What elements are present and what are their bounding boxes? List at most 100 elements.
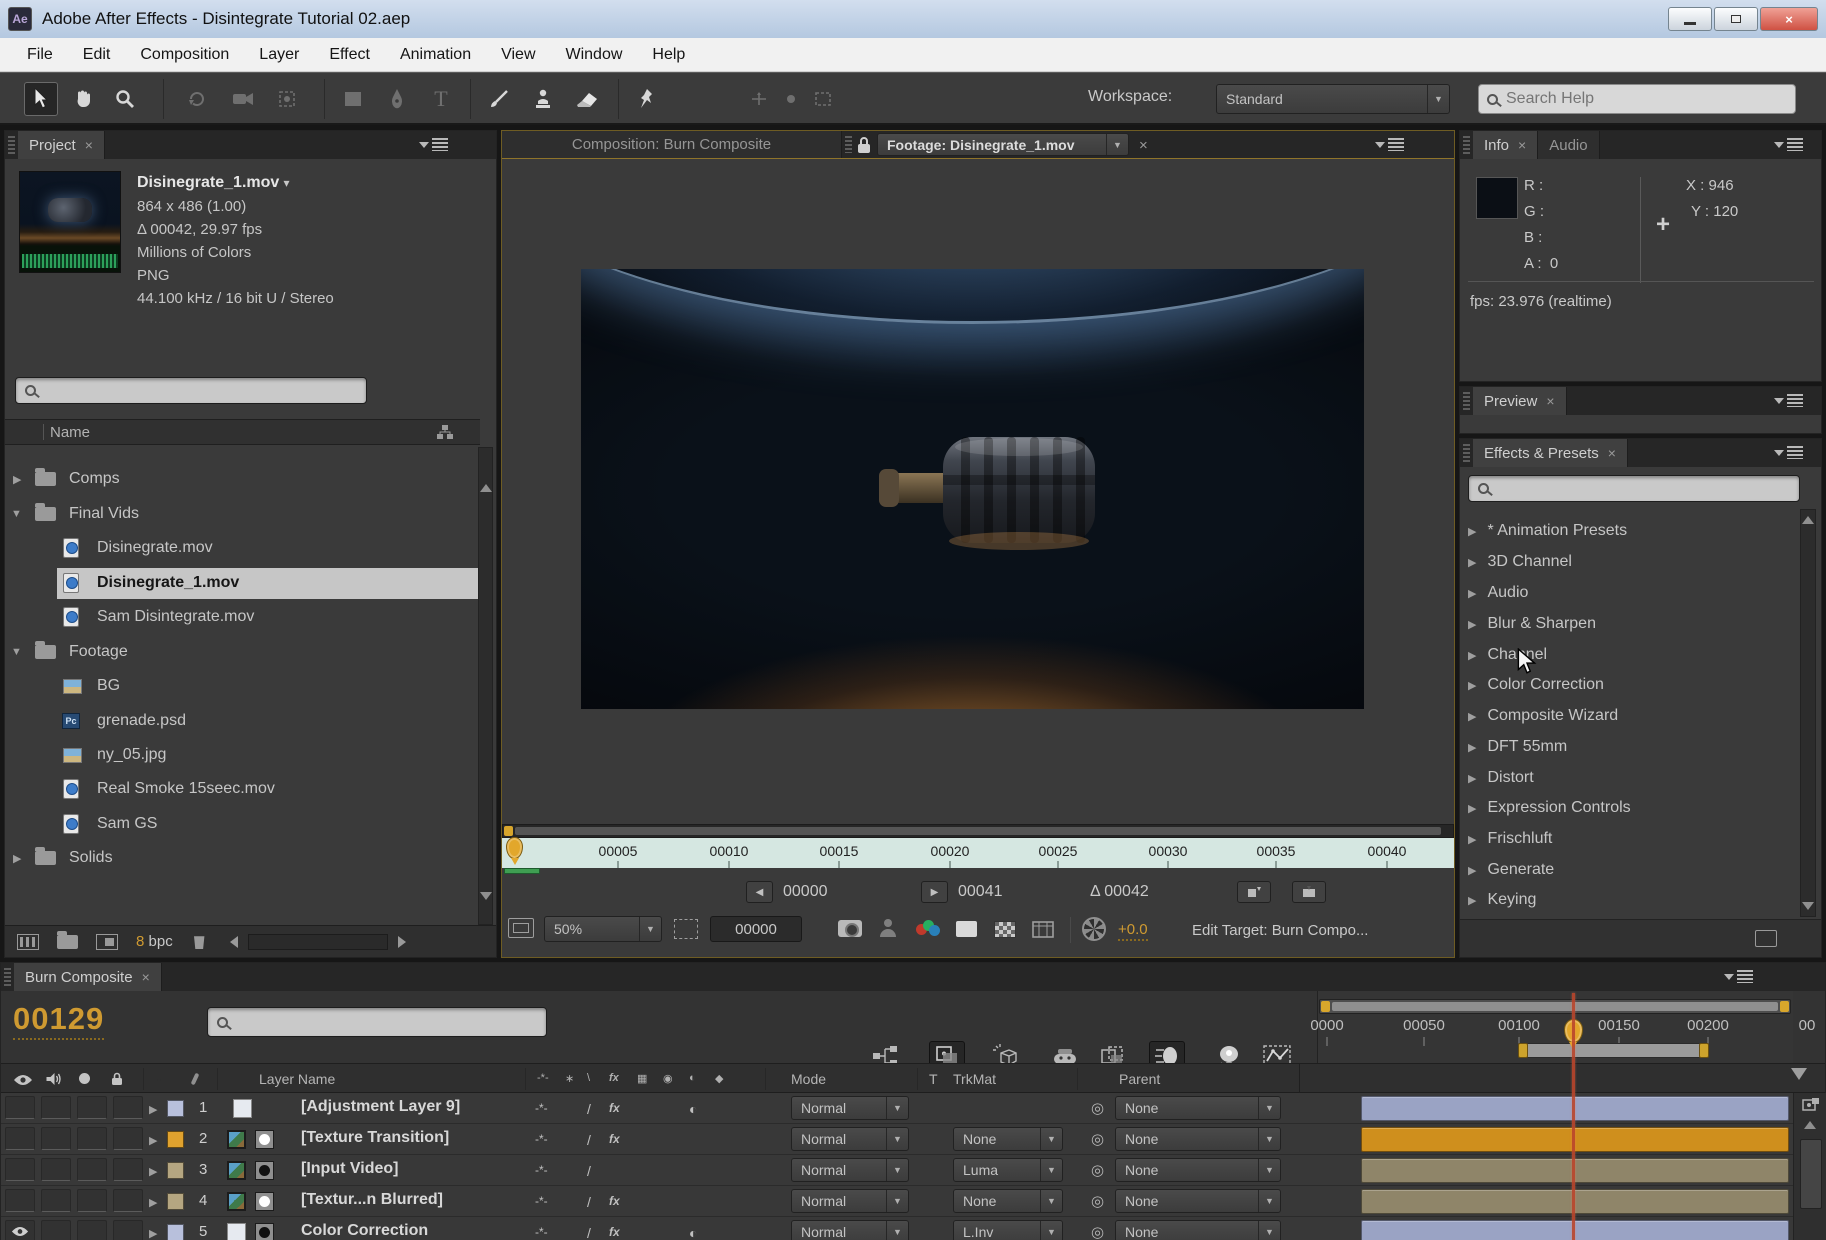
quality-switch[interactable]: / xyxy=(587,1163,591,1179)
align-icon-2[interactable] xyxy=(774,82,808,116)
zoom-tool[interactable] xyxy=(108,82,142,116)
tab-preview[interactable]: Preview × xyxy=(1473,387,1567,415)
t-column-label[interactable]: T xyxy=(929,1071,938,1087)
mini-comp-icon[interactable] xyxy=(1802,1097,1820,1113)
adjustment-layer-switch[interactable]: ◐ xyxy=(689,1225,697,1240)
twirl-icon[interactable]: ▶ xyxy=(149,1103,157,1116)
scroll-up-icon[interactable] xyxy=(480,484,492,492)
layer-name[interactable]: [Adjustment Layer 9] xyxy=(301,1098,460,1116)
effects-category-dft-55mm[interactable]: ▶DFT 55mm xyxy=(1468,733,1567,761)
twirl-icon[interactable]: ▶ xyxy=(149,1165,157,1178)
panel-menu-button[interactable] xyxy=(411,138,456,151)
trash-icon[interactable] xyxy=(193,934,206,949)
video-toggle-on[interactable] xyxy=(5,1220,35,1240)
close-icon[interactable]: × xyxy=(1608,445,1616,461)
effects-category-expression-controls[interactable]: ▶Expression Controls xyxy=(1468,794,1631,822)
label-color-swatch[interactable] xyxy=(167,1162,184,1179)
new-folder-icon[interactable] xyxy=(57,935,78,949)
lock-toggle[interactable] xyxy=(113,1220,143,1240)
layer-row-5[interactable]: ▶ 5 Color Correction -*- / fx ◐ Normal▼ … xyxy=(1,1217,1825,1240)
solo-toggle[interactable] xyxy=(77,1096,107,1119)
layer-duration-bar[interactable] xyxy=(1361,1189,1789,1214)
out-point-value[interactable]: 00041 xyxy=(958,883,1003,901)
twirl-icon[interactable]: ▶ xyxy=(149,1196,157,1209)
trkmat-dropdown[interactable]: Luma▼ xyxy=(953,1158,1063,1182)
trkmat-dropdown[interactable]: None▼ xyxy=(953,1127,1063,1151)
mode-dropdown[interactable]: Normal▼ xyxy=(791,1158,909,1182)
mode-dropdown[interactable]: Normal▼ xyxy=(791,1189,909,1213)
shape-tool[interactable] xyxy=(336,82,370,116)
menu-view[interactable]: View xyxy=(486,38,550,71)
parent-pickwhip-icon[interactable]: ◎ xyxy=(1091,1130,1104,1148)
close-button[interactable]: × xyxy=(1760,7,1818,31)
zoom-handle-left[interactable] xyxy=(1321,1001,1330,1012)
audio-toggle[interactable] xyxy=(41,1189,71,1212)
scrollbar-thumb[interactable] xyxy=(1800,1139,1822,1209)
chevron-down-icon[interactable]: ▾ xyxy=(283,176,289,190)
project-row-disinegrate-1-mov-selected[interactable]: Disinegrate_1.mov xyxy=(5,567,481,599)
show-channel-button[interactable] xyxy=(916,920,940,938)
video-toggle[interactable] xyxy=(5,1096,35,1119)
snapshot-button[interactable] xyxy=(838,920,862,937)
video-toggle[interactable] xyxy=(5,1158,35,1181)
show-snapshot-button[interactable] xyxy=(880,919,896,937)
project-row-sam-disintegrate[interactable]: Sam Disintegrate.mov xyxy=(5,601,481,633)
parent-dropdown[interactable]: None▼ xyxy=(1115,1158,1281,1182)
lock-toggle[interactable] xyxy=(113,1096,143,1119)
ripple-insert-button[interactable] xyxy=(1237,881,1271,903)
video-toggle[interactable] xyxy=(5,1189,35,1212)
camera-tool[interactable] xyxy=(226,82,260,116)
scroll-down-icon[interactable] xyxy=(480,892,492,900)
layer-duration-bar[interactable] xyxy=(1361,1220,1789,1240)
align-icon-3[interactable] xyxy=(806,82,840,116)
mode-dropdown[interactable]: Normal▼ xyxy=(791,1220,909,1240)
title-bar[interactable]: Ae Adobe After Effects - Disintegrate Tu… xyxy=(0,0,1826,38)
hand-tool[interactable] xyxy=(66,82,100,116)
close-icon[interactable]: × xyxy=(142,969,150,985)
tab-project[interactable]: Project × xyxy=(18,131,105,159)
layer-row-3[interactable]: ▶ 3 [Input Video] -*- / Normal▼ Luma▼ ◎ … xyxy=(1,1155,1825,1186)
roi-button[interactable] xyxy=(674,919,698,939)
panel-menu-button[interactable] xyxy=(1716,970,1761,983)
magnification-dropdown[interactable]: 50% ▼ xyxy=(544,916,662,942)
panel-grip-icon[interactable] xyxy=(4,968,11,986)
label-color-swatch[interactable] xyxy=(167,1131,184,1148)
scroll-down-icon[interactable] xyxy=(1802,902,1814,910)
pan-behind-tool[interactable] xyxy=(270,82,304,116)
minimize-button[interactable] xyxy=(1668,7,1712,31)
new-composition-icon[interactable] xyxy=(96,934,118,950)
project-row-grenade-psd[interactable]: Pc grenade.psd xyxy=(5,705,481,737)
close-icon[interactable]: × xyxy=(85,137,93,153)
align-icon-1[interactable] xyxy=(742,82,776,116)
fx-switch[interactable]: fx xyxy=(609,1132,620,1146)
pen-tool[interactable] xyxy=(380,82,414,116)
lock-toggle[interactable] xyxy=(113,1189,143,1212)
panel-grip-icon[interactable] xyxy=(1463,444,1470,462)
label-color-swatch[interactable] xyxy=(167,1100,184,1117)
video-toggle[interactable] xyxy=(5,1127,35,1150)
viewer-time-ruler[interactable]: 0 00005 00010 00015 00020 00025 00030 00… xyxy=(502,838,1454,868)
tab-composition-burn-composite[interactable]: Composition: Burn Composite xyxy=(502,131,842,158)
quality-switch[interactable]: / xyxy=(587,1194,591,1210)
twirl-icon[interactable]: ▶ xyxy=(13,473,21,486)
twirl-icon[interactable]: ▶ xyxy=(13,852,21,865)
footage-name[interactable]: Disinegrate_1.mov xyxy=(137,174,279,191)
work-area-end-handle[interactable] xyxy=(1699,1043,1709,1058)
quality-switch[interactable]: / xyxy=(587,1101,591,1117)
audio-toggle[interactable] xyxy=(41,1158,71,1181)
type-tool[interactable]: T xyxy=(424,82,458,116)
puppet-pin-tool[interactable] xyxy=(630,82,664,116)
menu-file[interactable]: File xyxy=(12,38,68,71)
project-row-bg[interactable]: BG xyxy=(5,670,481,702)
scrollbar-gold-cap[interactable] xyxy=(504,826,513,836)
viewer-frame-field[interactable]: 00000 xyxy=(710,916,802,942)
footage-viewer-dropdown[interactable]: Footage: Disinegrate_1.mov ▼ xyxy=(877,133,1129,156)
parent-dropdown[interactable]: None▼ xyxy=(1115,1189,1281,1213)
overlay-edit-button[interactable] xyxy=(1292,881,1326,903)
layer-name-column-label[interactable]: Layer Name xyxy=(259,1071,335,1087)
parent-dropdown[interactable]: None▼ xyxy=(1115,1220,1281,1240)
scroll-up-icon[interactable] xyxy=(1802,516,1814,524)
menu-composition[interactable]: Composition xyxy=(125,38,244,71)
viewer-scrollbar[interactable] xyxy=(502,824,1454,838)
mode-dropdown[interactable]: Normal▼ xyxy=(791,1096,909,1120)
